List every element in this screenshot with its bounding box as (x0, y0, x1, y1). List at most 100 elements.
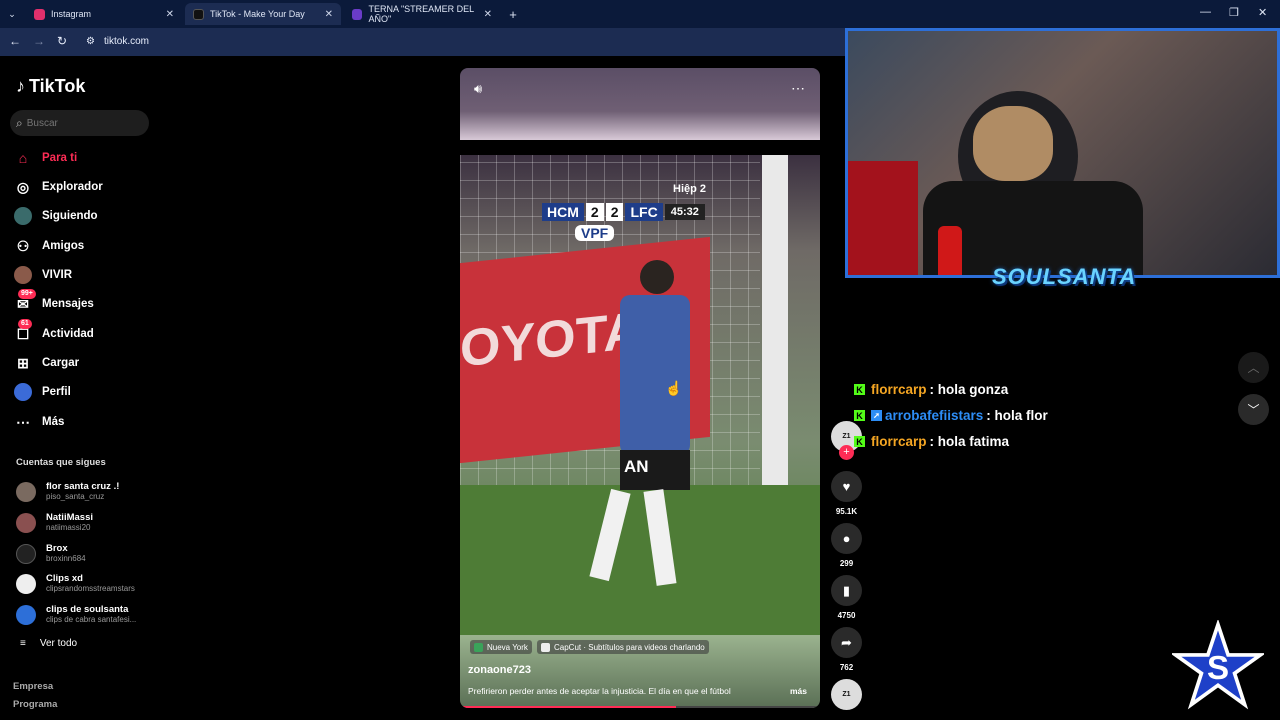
more-link[interactable]: más (790, 686, 807, 696)
capcut-icon (541, 642, 550, 652)
compass-icon: ◎ (16, 178, 30, 195)
following-account[interactable]: NatiiMassi natiimassi20 (16, 512, 93, 533)
avatar (16, 543, 36, 564)
like-button[interactable]: ♥ 95.1K (831, 471, 862, 516)
tab-instagram[interactable]: Instagram ✕ (26, 3, 182, 25)
back-icon[interactable]: ← (9, 34, 21, 48)
music-disc[interactable]: Z1 (831, 679, 862, 710)
close-icon[interactable]: ✕ (325, 9, 333, 20)
messages-badge: 99+ (18, 289, 36, 299)
more-icon: ⋯ (16, 413, 30, 430)
tab-list-button[interactable]: ⌄ (0, 3, 24, 25)
following-account[interactable]: Brox broxinn684 (16, 543, 86, 564)
follow-plus-icon[interactable]: + (839, 445, 854, 460)
account-handle: broxinn684 (46, 554, 86, 563)
comment-count: 299 (839, 559, 854, 568)
account-name: clips de soulsanta (46, 604, 129, 615)
chip-label: CapCut · Subtítulos para videos charland… (554, 642, 705, 652)
microphone (938, 226, 962, 275)
home-team: HCM (542, 203, 584, 221)
reload-icon[interactable]: ↻ (57, 34, 67, 48)
video-description: Prefirieron perder antes de aceptar la i… (468, 686, 731, 696)
video-player[interactable]: 🔊︎ ⋯ OYOTA AN Hiệp 2 HCM 2 2 LFC 45:32 V… (460, 68, 820, 708)
restore-icon[interactable]: ❐ (1229, 6, 1239, 19)
footer-link-company[interactable]: Empresa (13, 681, 53, 692)
minimize-icon[interactable]: — (1200, 6, 1211, 18)
volume-icon[interactable]: 🔊︎ (474, 81, 482, 97)
nav-live[interactable]: VIVIR (14, 264, 72, 286)
capcut-chip[interactable]: CapCut · Subtítulos para videos charland… (537, 640, 709, 654)
close-icon[interactable]: ✕ (166, 9, 174, 20)
hand-cursor-icon: ☝ (665, 380, 683, 396)
tiktok-logo[interactable]: ♪ TikTok (16, 76, 85, 97)
friends-icon: ⚇ (16, 237, 30, 254)
forward-icon[interactable]: → (33, 34, 45, 48)
chevron-down-icon: ⌄ (8, 8, 16, 19)
player-jersey (620, 295, 690, 455)
browser-tab-bar: ⌄ Instagram ✕ TikTok - Make Your Day ✕ T… (0, 0, 1280, 28)
share-button[interactable]: ➦ 762 (831, 627, 862, 672)
nav-following[interactable]: Siguiendo (14, 205, 98, 227)
more-options-icon[interactable]: ⋯ (791, 80, 805, 97)
location-chip[interactable]: Nueva York (470, 640, 532, 654)
progress-fill (460, 706, 676, 708)
match-time: 45:32 (664, 204, 705, 220)
tab-tiktok[interactable]: TikTok - Make Your Day ✕ (185, 3, 341, 25)
nav-upload[interactable]: ⊞ Cargar (14, 352, 79, 374)
footer-link-program[interactable]: Programa (13, 699, 57, 710)
avatar (16, 604, 36, 625)
chat-message: K florrcarp : hola fatima (854, 434, 1009, 449)
tab-terna[interactable]: TERNA "STREAMER DEL AÑO" ✕ (344, 3, 500, 25)
search-box[interactable]: ⌕ (10, 110, 149, 136)
following-account[interactable]: Clips xd clipsrandomsstreamstars (16, 573, 135, 594)
share-count: 762 (839, 663, 854, 672)
nav-explore[interactable]: ◎ Explorador (14, 176, 103, 198)
away-score: 2 (605, 203, 624, 221)
nav-label: Mensajes (42, 298, 94, 310)
profile-icon (14, 383, 32, 401)
chat-user: arrobafefiistars (885, 408, 984, 423)
background-chair (848, 161, 918, 275)
account-handle: piso_santa_cruz (46, 492, 105, 501)
nav-profile[interactable]: Perfil (14, 381, 71, 403)
site-info-icon[interactable]: ⚙ (86, 36, 95, 47)
nav-for-you[interactable]: ⌂ Para ti (14, 147, 77, 169)
new-tab-button[interactable]: + (503, 3, 523, 25)
see-all-label: Ver todo (39, 638, 78, 649)
previous-video-button[interactable]: ︿ (1238, 352, 1269, 383)
comment-button[interactable]: ● 299 (831, 523, 862, 568)
tab-label: Instagram (51, 9, 92, 19)
nav-more[interactable]: ⋯ Más (14, 411, 64, 433)
chat-message: K ➚ arrobafefiistars : hola flor (854, 408, 1048, 423)
close-window-icon[interactable]: ✕ (1258, 6, 1267, 19)
nav-label: Explorador (42, 181, 103, 193)
search-input[interactable] (26, 117, 137, 129)
nav-activity[interactable]: ☐ 61 Actividad (14, 319, 94, 345)
following-account[interactable]: flor santa cruz .! piso_santa_cruz (16, 481, 119, 502)
avatar (16, 512, 36, 533)
following-icon (14, 207, 32, 225)
save-count: 4750 (837, 611, 856, 620)
account-name: flor santa cruz .! (46, 481, 120, 492)
close-icon[interactable]: ✕ (484, 9, 492, 20)
video-progress-bar[interactable] (460, 706, 820, 708)
next-video-button[interactable]: ﹀ (1238, 394, 1269, 425)
following-section-title: Cuentas que sigues (16, 457, 106, 468)
save-button[interactable]: ▮ 4750 (831, 575, 862, 620)
nav-label: Más (42, 416, 65, 428)
video-frame: OYOTA AN Hiệp 2 HCM 2 2 LFC 45:32 VPF (460, 155, 820, 635)
chat-message: K florrcarp : hola gonza (854, 382, 1008, 397)
nav-label: Perfil (42, 386, 71, 398)
messages-icon: ✉ 99+ (14, 289, 36, 313)
live-icon (14, 266, 32, 284)
music-disc-icon: Z1 (831, 679, 862, 710)
nav-messages[interactable]: ✉ 99+ Mensajes (14, 289, 94, 315)
chip-label: Nueva York (487, 642, 528, 652)
following-account[interactable]: clips de soulsanta clips de cabra santafe… (16, 604, 136, 625)
url-field[interactable]: tiktok.com (104, 36, 149, 47)
video-username[interactable]: zonaone723 (468, 664, 531, 676)
see-all-link[interactable]: ≡ Ver todo (20, 638, 77, 649)
webcam-overlay (845, 28, 1280, 278)
account-name: NatiiMassi (46, 512, 93, 523)
nav-friends[interactable]: ⚇ Amigos (14, 235, 84, 257)
